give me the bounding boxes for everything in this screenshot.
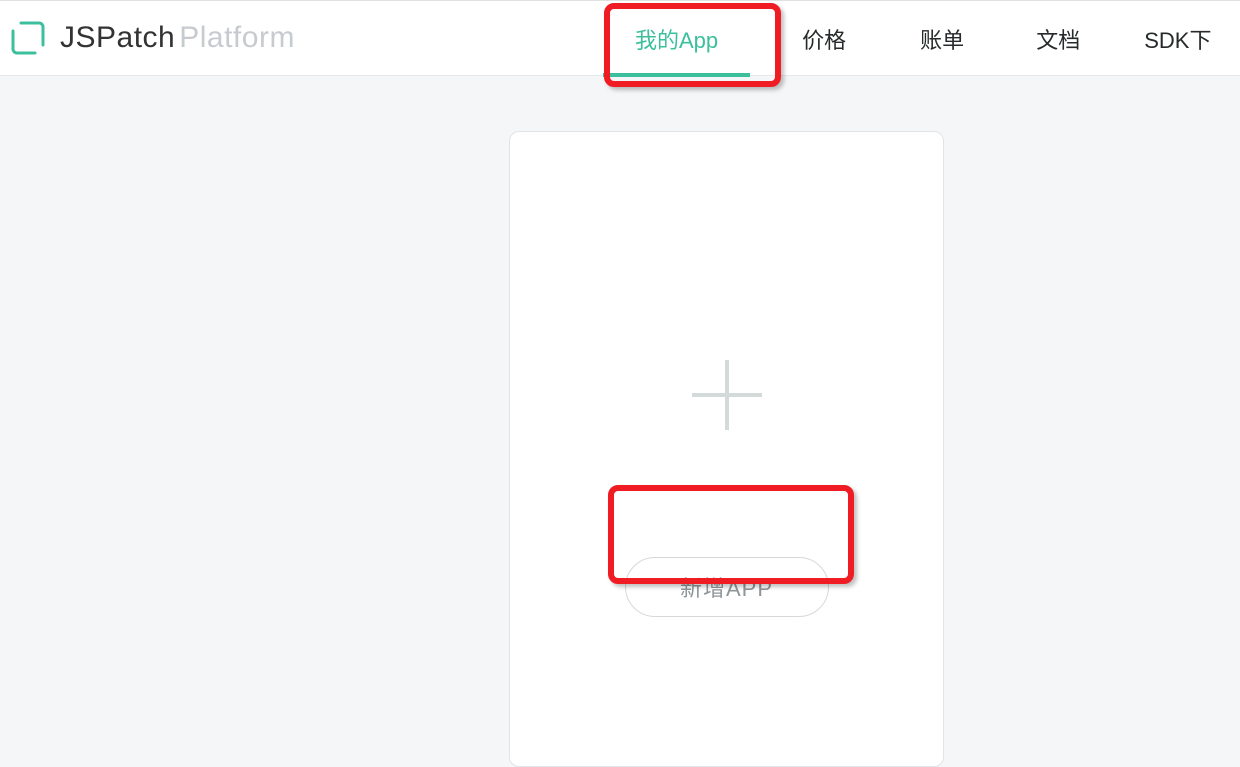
brand-name: JSPatch [60, 21, 175, 54]
nav-bills[interactable]: 账单 [884, 1, 1000, 77]
add-app-button[interactable]: 新增APP [625, 557, 829, 617]
nav-docs[interactable]: 文档 [1000, 1, 1116, 77]
brand-text: JSPatchPlatform [60, 21, 295, 55]
top-nav: 我的App 价格 账单 文档 SDK下 [597, 1, 1240, 77]
add-app-card: 新增APP [509, 131, 944, 767]
brand[interactable]: JSPatchPlatform [10, 20, 295, 56]
nav-sdk-download[interactable]: SDK下 [1116, 1, 1221, 77]
main: 新增APP [0, 76, 1240, 766]
nav-my-app[interactable]: 我的App [593, 1, 760, 77]
header: JSPatchPlatform 我的App 价格 账单 文档 SDK下 [0, 0, 1240, 76]
nav-pricing[interactable]: 价格 [764, 1, 884, 77]
brand-suffix: Platform [179, 21, 295, 54]
plus-icon [692, 360, 762, 430]
logo-icon [10, 20, 46, 56]
